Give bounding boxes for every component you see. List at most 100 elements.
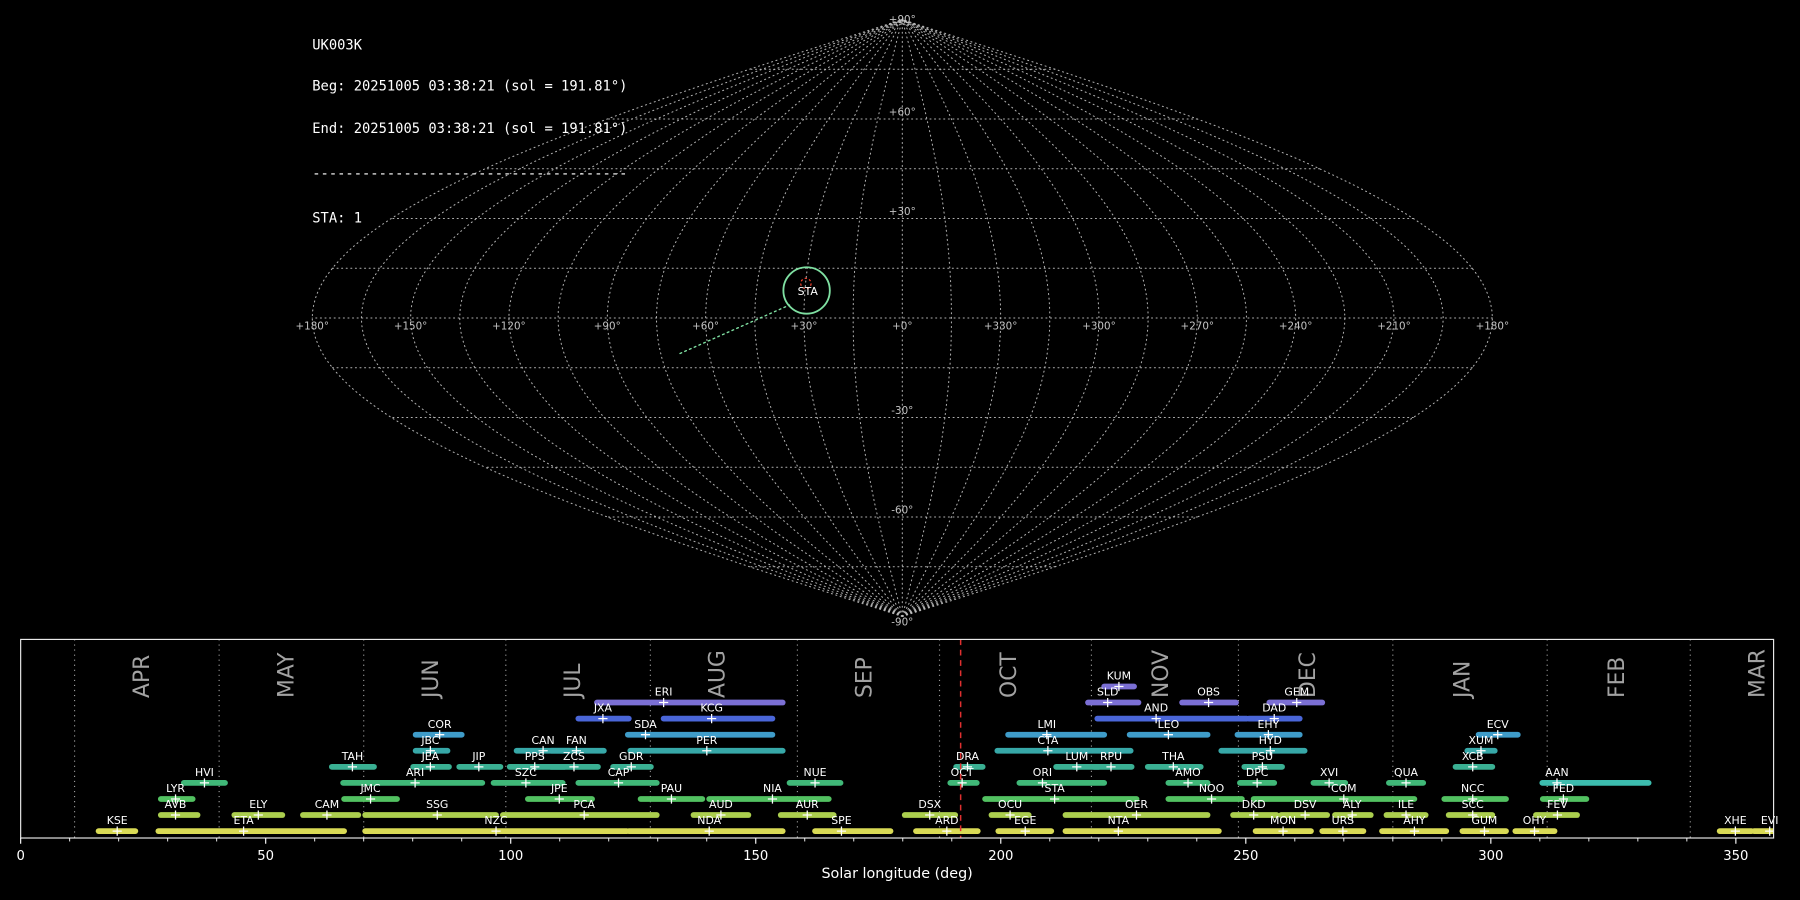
shower-peak-marker	[1401, 778, 1410, 787]
shower-label: ELY	[249, 798, 268, 811]
separator-line: --------------------------------------	[312, 167, 627, 181]
shower-label: NTA	[1108, 814, 1130, 827]
sky-longitude-label: +30°	[790, 320, 817, 332]
sky-longitude-label: +180°	[295, 320, 329, 332]
shower-label: QUA	[1394, 766, 1419, 779]
shower-label: KUM	[1107, 670, 1131, 683]
sky-latitude-label: -30°	[891, 405, 913, 417]
shower-peak-marker	[366, 794, 375, 803]
station-count: STA: 1	[312, 211, 627, 225]
shower-label: DPC	[1246, 766, 1269, 779]
shower-label: FAN	[566, 734, 587, 747]
shower-peak-marker	[521, 778, 530, 787]
shower-label: XVI	[1320, 766, 1338, 779]
shower-label: JMC	[359, 782, 381, 795]
shower-label: ARI	[406, 766, 424, 779]
sky-longitude-label: +60°	[692, 320, 719, 332]
shower-peak-marker	[1731, 827, 1740, 836]
shower-label: KSE	[107, 814, 128, 827]
x-tick-label: 250	[1233, 849, 1258, 864]
shower-peak-marker	[667, 794, 676, 803]
shower-peak-marker	[614, 778, 623, 787]
shower-label: JEA	[421, 750, 440, 763]
month-label: MAY	[274, 652, 299, 698]
shower-peak-marker	[1050, 794, 1059, 803]
shower-peak-marker	[958, 778, 967, 787]
shower-label: PAU	[661, 782, 682, 795]
shower-peak-marker	[659, 698, 668, 707]
shower-peak-marker	[1553, 810, 1562, 819]
shower-label: AHY	[1403, 814, 1426, 827]
shower-label: OER	[1125, 798, 1148, 811]
shower-label: STA	[1045, 782, 1066, 795]
shower-label: DSV	[1294, 798, 1317, 811]
sky-pole-label: -90°	[891, 617, 913, 629]
x-tick-label: 300	[1478, 849, 1503, 864]
sky-longitude-label: +210°	[1377, 320, 1411, 332]
shower-label: AMO	[1175, 766, 1200, 779]
shower-peak-marker	[491, 827, 500, 836]
shower-label: NOO	[1199, 782, 1224, 795]
shower-label: LUM	[1065, 750, 1088, 763]
shower-label: EGE	[1014, 814, 1036, 827]
shower-peak-marker	[1338, 827, 1347, 836]
shower-label: DSX	[918, 798, 941, 811]
shower-label: OHY	[1523, 814, 1547, 827]
shower-peak-marker	[569, 762, 578, 771]
sky-latitude-label: +60°	[889, 107, 916, 119]
shower-peak-marker	[433, 810, 442, 819]
shower-label: PCA	[573, 798, 595, 811]
shower-label: ILE	[1398, 798, 1414, 811]
shower-label: JIP	[471, 750, 485, 763]
shower-peak-marker	[1530, 827, 1539, 836]
sky-longitude-label: +180°	[1476, 320, 1510, 332]
shower-peak-marker	[1493, 730, 1502, 739]
shower-label: LYR	[166, 782, 185, 795]
shower-label: ZCS	[563, 750, 585, 763]
shower-label: CAP	[608, 766, 630, 779]
shower-label: AAN	[1545, 766, 1568, 779]
month-label: SEP	[853, 657, 878, 698]
shower-label: COM	[1331, 782, 1357, 795]
sky-longitude-label: +120°	[492, 320, 526, 332]
beg-timestamp: Beg: 20251005 03:38:21 (sol = 191.81°)	[312, 80, 627, 94]
shower-label: AVB	[165, 798, 187, 811]
shower-peak-marker	[474, 762, 483, 771]
shower-peak-marker	[1249, 810, 1258, 819]
shower-peak-marker	[1278, 827, 1287, 836]
shower-label: AUD	[709, 798, 733, 811]
shower-peak-marker	[171, 810, 180, 819]
sky-longitude-label: +150°	[394, 320, 428, 332]
shower-peak-marker	[113, 827, 122, 836]
x-tick-label: 350	[1723, 849, 1748, 864]
shower-peak-marker	[348, 762, 357, 771]
shower-peak-marker	[1480, 827, 1489, 836]
shower-label: URS	[1332, 814, 1355, 827]
shower-peak-marker	[837, 827, 846, 836]
shower-label: ETA	[234, 814, 255, 827]
month-label: MAR	[1746, 649, 1771, 698]
shower-peak-marker	[1468, 762, 1477, 771]
shower-label: ERI	[655, 686, 673, 699]
shower-label: JXA	[593, 702, 613, 715]
shower-peak-marker	[1301, 810, 1310, 819]
shower-label: XHE	[1724, 814, 1747, 827]
shower-label: EVI	[1761, 814, 1779, 827]
shower-label: ECV	[1487, 718, 1509, 731]
month-label: JUL	[561, 663, 586, 700]
sky-longitude-label: +240°	[1279, 320, 1313, 332]
shower-label: SZC	[515, 766, 537, 779]
shower-peak-marker	[1207, 794, 1216, 803]
sky-latitude-label: -60°	[891, 505, 913, 517]
shower-label: OBS	[1197, 686, 1220, 699]
shower-label: GEM	[1284, 686, 1309, 699]
shower-label: FEV	[1547, 798, 1568, 811]
sky-longitude-label: +0°	[892, 320, 912, 332]
shower-label: SCC	[1462, 798, 1485, 811]
shower-label: NCC	[1461, 782, 1485, 795]
shower-peak-marker	[1072, 762, 1081, 771]
shower-peak-marker	[555, 794, 564, 803]
shower-peak-marker	[580, 810, 589, 819]
shower-peak-marker	[1106, 762, 1115, 771]
shower-label: LEO	[1158, 718, 1180, 731]
